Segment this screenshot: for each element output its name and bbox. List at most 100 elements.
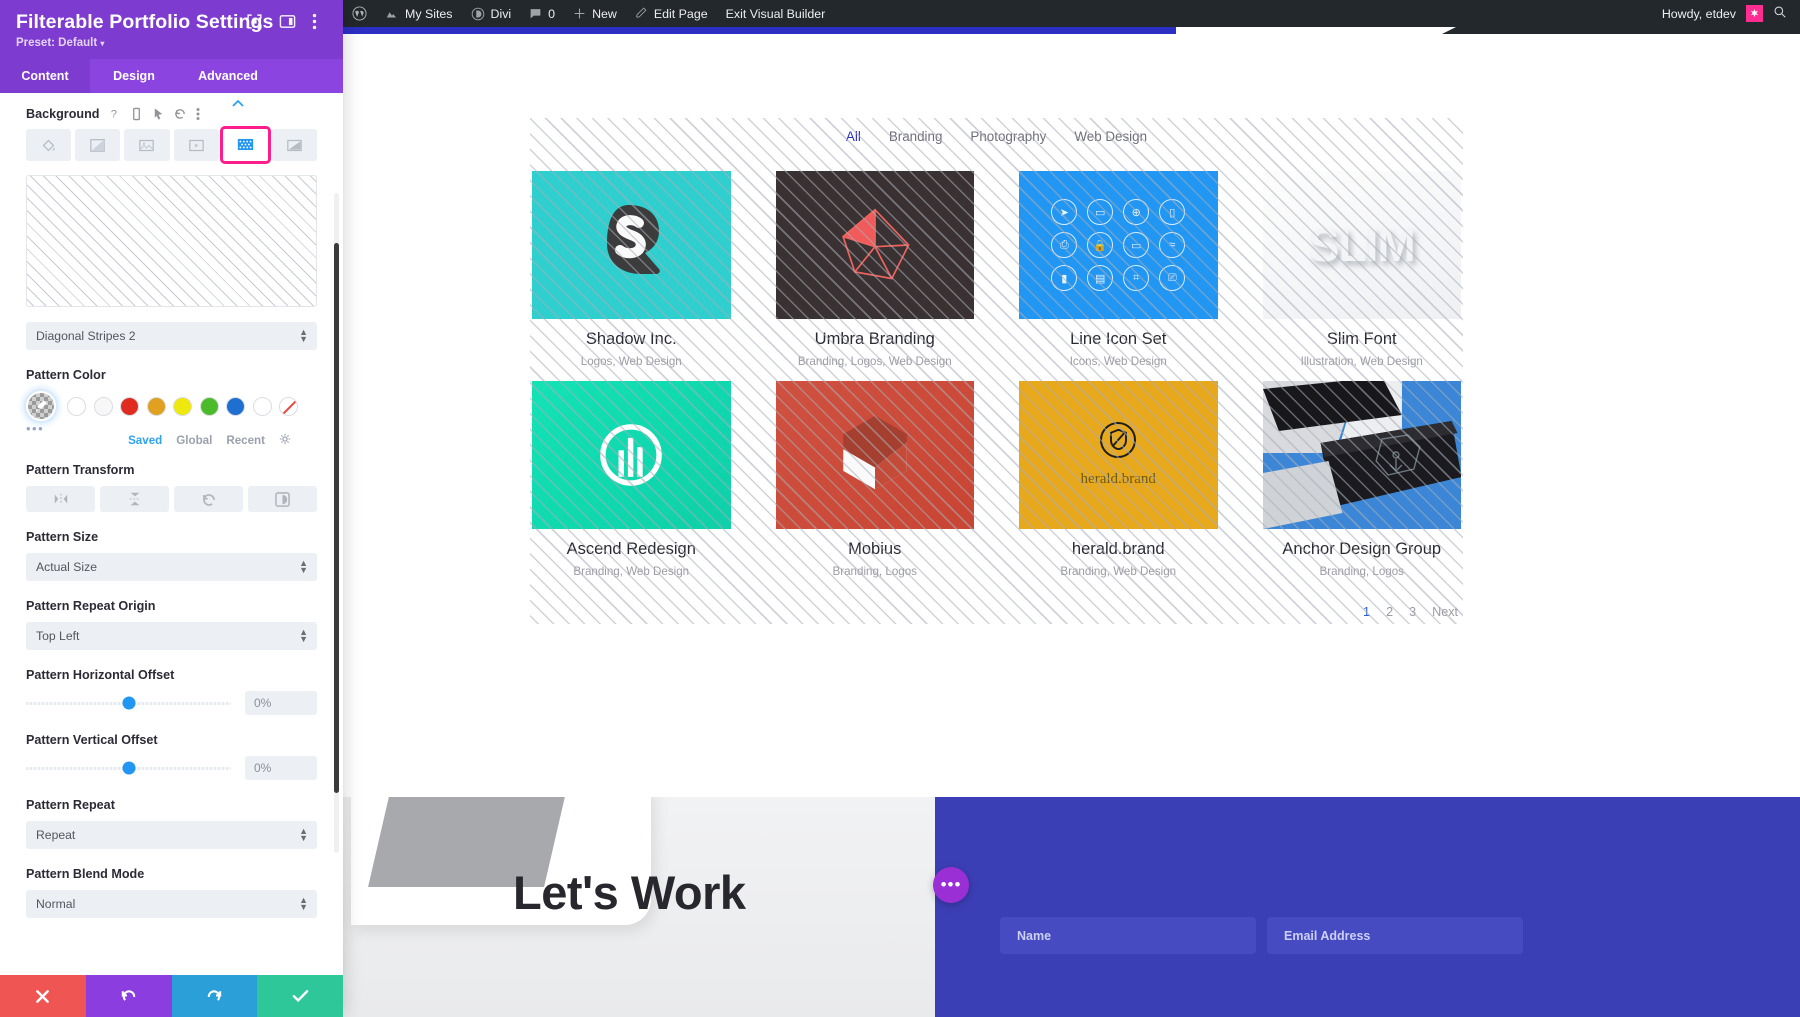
pattern-repeat-origin-select[interactable]: Top Left ▲▼ bbox=[26, 622, 317, 650]
filter-branding[interactable]: Branding bbox=[889, 129, 943, 144]
pattern-repeat-select[interactable]: Repeat ▲▼ bbox=[26, 821, 317, 849]
page-3[interactable]: 3 bbox=[1409, 605, 1416, 619]
panel-more-icon[interactable] bbox=[312, 13, 329, 30]
portfolio-item-title[interactable]: Line Icon Set bbox=[1019, 330, 1218, 349]
reset-icon[interactable] bbox=[174, 107, 187, 121]
ascend-mark-thumb[interactable] bbox=[532, 381, 731, 529]
page-next[interactable]: Next bbox=[1432, 605, 1458, 619]
portfolio-item[interactable]: SLIM Slim Font Illustration, Web Design bbox=[1263, 171, 1462, 368]
email-field[interactable]: Email Address bbox=[1267, 917, 1523, 954]
help-icon[interactable]: ? bbox=[108, 107, 121, 121]
page-settings-fab[interactable]: ••• bbox=[933, 867, 969, 903]
swatch-orange[interactable] bbox=[147, 397, 166, 416]
admin-bar-howdy[interactable]: Howdy, etdev bbox=[1662, 7, 1736, 21]
pattern-vertical-offset-value[interactable]: 0% bbox=[245, 756, 317, 780]
pattern-style-select[interactable]: Diagonal Stripes 2 ▲▼ bbox=[26, 322, 317, 350]
hover-cursor-icon[interactable] bbox=[152, 107, 165, 121]
swatch-white-2[interactable] bbox=[253, 397, 272, 416]
swatch-offwhite[interactable] bbox=[94, 397, 113, 416]
more-colors-button[interactable]: ••• bbox=[26, 425, 317, 433]
page-2[interactable]: 2 bbox=[1386, 605, 1393, 619]
color-settings-gear-icon[interactable] bbox=[279, 433, 291, 448]
portfolio-item-title[interactable]: herald.brand bbox=[1019, 540, 1218, 559]
mobius-mark-thumb[interactable] bbox=[776, 381, 975, 529]
admin-bar-edit-page[interactable]: Edit Page bbox=[626, 0, 717, 27]
herald-logo-thumb[interactable]: herald.brand bbox=[1019, 381, 1218, 529]
admin-bar-exit-visual-builder[interactable]: Exit Visual Builder bbox=[717, 0, 835, 27]
color-tab-recent[interactable]: Recent bbox=[226, 434, 265, 447]
panel-scrollbar-thumb[interactable] bbox=[334, 243, 339, 793]
bg-type-color-button[interactable] bbox=[26, 129, 71, 161]
swatch-white[interactable] bbox=[67, 397, 86, 416]
portfolio-item[interactable]: Shadow Inc. Logos, Web Design bbox=[532, 171, 731, 368]
invert-button[interactable] bbox=[248, 486, 317, 512]
cancel-button[interactable] bbox=[0, 975, 86, 1017]
pattern-blend-mode-select[interactable]: Normal ▲▼ bbox=[26, 890, 317, 918]
filter-all[interactable]: All bbox=[846, 129, 861, 144]
pattern-preview[interactable] bbox=[26, 175, 317, 307]
bg-type-gradient-button[interactable] bbox=[75, 129, 120, 161]
portfolio-item-title[interactable]: Umbra Branding bbox=[776, 330, 975, 349]
portfolio-item-title[interactable]: Anchor Design Group bbox=[1263, 540, 1462, 559]
pattern-horizontal-offset-value[interactable]: 0% bbox=[245, 691, 317, 715]
color-tab-saved[interactable]: Saved bbox=[128, 434, 162, 447]
panel-preset[interactable]: Preset: Default ▾ bbox=[16, 37, 327, 49]
redo-button[interactable] bbox=[172, 975, 258, 1017]
admin-bar-comments[interactable]: 0 bbox=[520, 0, 564, 27]
pattern-size-select[interactable]: Actual Size ▲▼ bbox=[26, 553, 317, 581]
tab-content[interactable]: Content bbox=[0, 59, 90, 93]
responsive-icon[interactable] bbox=[130, 107, 143, 121]
swatch-none[interactable] bbox=[279, 397, 298, 416]
portfolio-item-title[interactable]: Shadow Inc. bbox=[532, 330, 731, 349]
filter-web-design[interactable]: Web Design bbox=[1074, 129, 1147, 144]
portfolio-item[interactable]: Anchor Design Group Branding, Logos bbox=[1263, 381, 1462, 578]
swatch-blue[interactable] bbox=[226, 397, 245, 416]
name-field[interactable]: Name bbox=[1000, 917, 1256, 954]
page-1[interactable]: 1 bbox=[1363, 605, 1370, 619]
bg-type-pattern-button[interactable] bbox=[223, 129, 268, 161]
options-icon[interactable] bbox=[196, 107, 209, 121]
admin-bar-my-sites[interactable]: My Sites bbox=[376, 0, 462, 27]
portfolio-item[interactable]: Ascend Redesign Branding, Web Design bbox=[532, 381, 731, 578]
portfolio-item[interactable]: herald.brand herald.brand Branding, Web … bbox=[1019, 381, 1218, 578]
swatch-green[interactable] bbox=[200, 397, 219, 416]
slider-knob[interactable] bbox=[122, 697, 135, 710]
swatch-red[interactable] bbox=[120, 397, 139, 416]
slider-knob[interactable] bbox=[122, 762, 135, 775]
filterable-portfolio-module[interactable]: All Branding Photography Web Design Shad… bbox=[530, 118, 1463, 624]
line-icons-thumb[interactable]: ➤ ▭ ⊕ ▯ ⎙ 🔒 ▭ ≈ ▮ ▤ ⌗ ⎚ bbox=[1019, 171, 1218, 319]
flip-vertical-button[interactable] bbox=[100, 486, 169, 512]
slim-font-thumb[interactable]: SLIM bbox=[1263, 171, 1462, 319]
filter-photography[interactable]: Photography bbox=[970, 129, 1046, 144]
tab-advanced[interactable]: Advanced bbox=[178, 59, 278, 93]
bg-type-mask-button[interactable] bbox=[272, 129, 317, 161]
bg-type-image-button[interactable] bbox=[124, 129, 169, 161]
admin-bar-divi[interactable]: Divi bbox=[462, 0, 521, 27]
portfolio-item[interactable]: Umbra Branding Branding, Logos, Web Desi… bbox=[776, 171, 975, 368]
rotate-button[interactable] bbox=[174, 486, 243, 512]
pattern-horizontal-offset-slider[interactable] bbox=[26, 702, 231, 705]
anchor-cards-thumb[interactable] bbox=[1263, 381, 1462, 529]
portfolio-item[interactable]: Mobius Branding, Logos bbox=[776, 381, 975, 578]
portfolio-item-title[interactable]: Slim Font bbox=[1263, 330, 1462, 349]
shadow-logo-thumb[interactable] bbox=[532, 171, 731, 319]
portfolio-item[interactable]: ➤ ▭ ⊕ ▯ ⎙ 🔒 ▭ ≈ ▮ ▤ ⌗ ⎚ bbox=[1019, 171, 1218, 368]
swatch-selected-transparent[interactable] bbox=[26, 391, 56, 421]
flip-horizontal-button[interactable] bbox=[26, 486, 95, 512]
fullscreen-icon[interactable] bbox=[246, 13, 263, 30]
tab-design[interactable]: Design bbox=[90, 59, 178, 93]
admin-bar-wordpress[interactable] bbox=[343, 0, 376, 27]
color-tab-global[interactable]: Global bbox=[176, 434, 212, 447]
panel-layout-icon[interactable] bbox=[279, 13, 296, 30]
pattern-vertical-offset-slider[interactable] bbox=[26, 767, 231, 770]
save-button[interactable] bbox=[257, 975, 343, 1017]
portfolio-item-title[interactable]: Mobius bbox=[776, 540, 975, 559]
search-icon[interactable] bbox=[1773, 5, 1787, 22]
portfolio-item-title[interactable]: Ascend Redesign bbox=[532, 540, 731, 559]
bg-type-video-button[interactable] bbox=[174, 129, 219, 161]
avatar[interactable] bbox=[1746, 5, 1763, 22]
section-collapse-icon[interactable] bbox=[232, 94, 244, 101]
undo-button[interactable] bbox=[86, 975, 172, 1017]
umbra-polygon-thumb[interactable] bbox=[776, 171, 975, 319]
admin-bar-new[interactable]: New bbox=[564, 0, 626, 27]
